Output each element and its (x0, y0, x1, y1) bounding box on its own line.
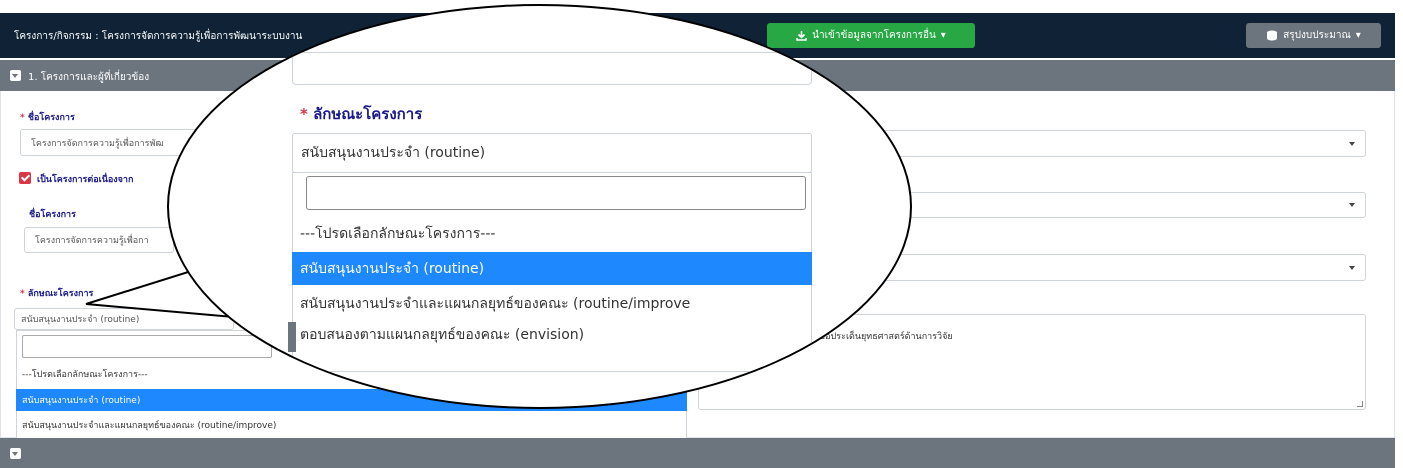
zoomed-gray-bar (288, 322, 296, 352)
zoomed-option: ---โปรดเลือกลักษณะโครงการ--- (300, 225, 496, 242)
zoomed-option: ตอบสนองตามแผนกลยุทธ์ของคณะ (envision) (300, 327, 585, 343)
zoomed-option-selected: สนับสนุนงานประจำ (routine) (292, 252, 812, 285)
zoomed-input (292, 52, 812, 85)
zoomed-characteristic-label: * ลักษณะโครงการ (300, 105, 423, 123)
zoomed-option: สนับสนุนงานประจำและแผนกลยุทธ์ของคณะ (rou… (300, 295, 691, 312)
magnifier-callout: * ลักษณะโครงการ สนับสนุนงานประจำ (routin… (167, 4, 912, 409)
zoomed-search-input (306, 176, 806, 210)
zoomed-characteristic-select: สนับสนุนงานประจำ (routine) (292, 133, 812, 173)
